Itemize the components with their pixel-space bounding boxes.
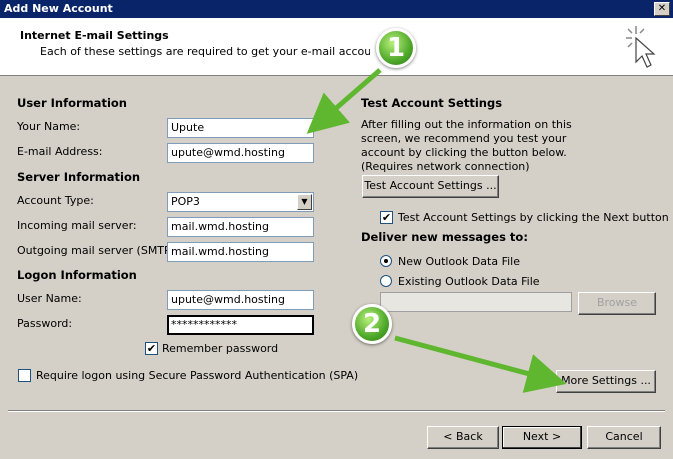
arrow-to-name-field [306,68,382,134]
annotation-badge-1: 1 [376,28,416,68]
annotation-badge-2: 2 [352,304,392,344]
arrow-to-more-settings [394,335,567,393]
annotation-arrows [306,68,567,393]
